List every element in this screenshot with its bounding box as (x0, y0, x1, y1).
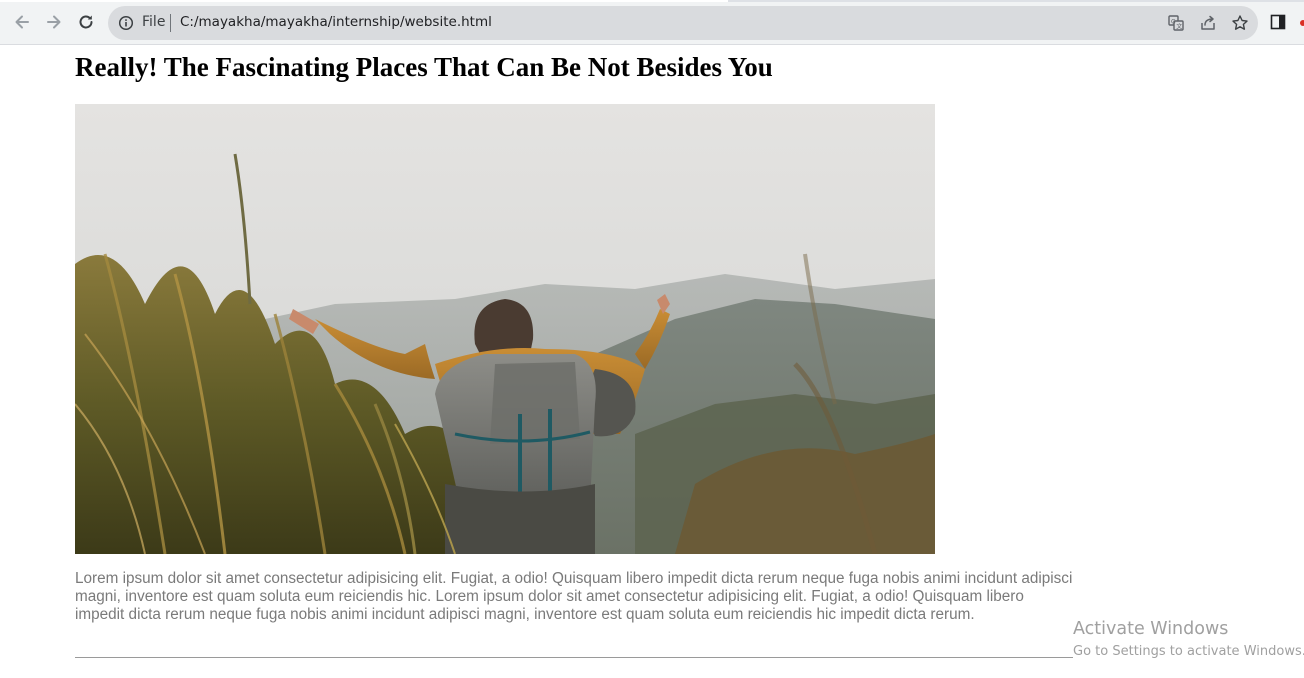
star-icon[interactable] (1231, 14, 1249, 32)
active-tab-bottom (0, 0, 728, 2)
share-icon[interactable] (1199, 14, 1217, 32)
url-scheme-label: File (142, 14, 166, 30)
svg-text:G: G (1171, 19, 1176, 26)
arrow-left-icon (15, 15, 29, 29)
activate-windows-subtitle: Go to Settings to activate Windows. (1073, 644, 1304, 659)
reload-icon (79, 15, 93, 29)
activate-windows-title: Activate Windows (1073, 619, 1229, 639)
page-title: Really! The Fascinating Places That Can … (75, 52, 773, 82)
translate-icon[interactable]: G 文 (1167, 14, 1185, 32)
notification-dot (1300, 20, 1304, 26)
forward-button[interactable] (41, 9, 67, 35)
hiker-photo (75, 104, 935, 554)
browser-toolbar: File C:/mayakha/mayakha/internship/websi… (0, 0, 1304, 45)
svg-text:文: 文 (1176, 23, 1182, 31)
side-panel-icon[interactable] (1270, 14, 1286, 30)
address-bar[interactable]: File C:/mayakha/mayakha/internship/websi… (108, 6, 1258, 40)
url-text[interactable]: C:/mayakha/mayakha/internship/website.ht… (180, 14, 492, 30)
article-body: Lorem ipsum dolor sit amet consectetur a… (75, 570, 1073, 623)
reload-button[interactable] (73, 9, 99, 35)
hero-image (75, 104, 935, 554)
arrow-right-icon (47, 15, 61, 29)
url-separator (170, 14, 171, 32)
divider (75, 657, 1073, 658)
info-icon[interactable] (118, 15, 134, 31)
back-button[interactable] (9, 9, 35, 35)
